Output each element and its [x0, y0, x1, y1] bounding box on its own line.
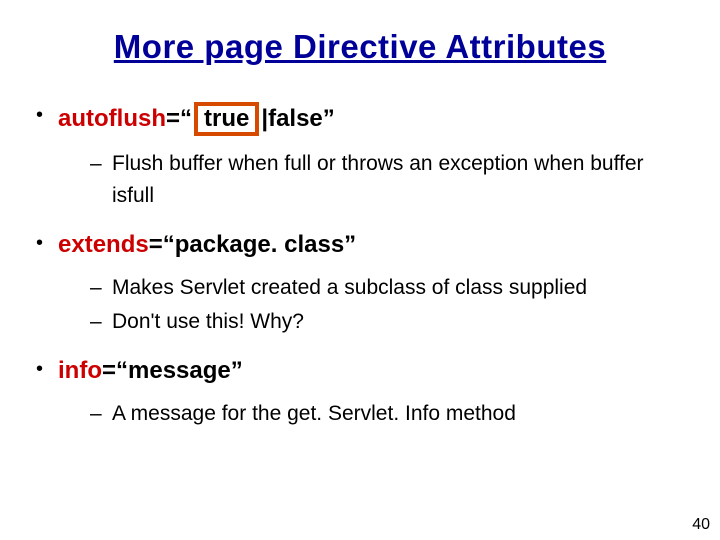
bullet-extends-line: extends=“package. class” — [58, 230, 690, 260]
extends-rest: =“package. class” — [149, 231, 356, 258]
extends-sublist: Makes Servlet created a subclass of clas… — [90, 272, 690, 338]
bullet-autoflush-line: autoflush=“true|false” — [58, 102, 690, 136]
autoflush-true-box: true — [194, 102, 259, 136]
autoflush-eq: =“ — [166, 105, 192, 132]
slide-title: More page Directive Attributes — [30, 28, 690, 66]
autoflush-sublist: Flush buffer when full or throws an exce… — [90, 148, 690, 212]
attr-autoflush: autoflush — [58, 105, 166, 132]
info-sublist: A message for the get. Servlet. Info met… — [90, 398, 690, 430]
page-number: 40 — [692, 516, 710, 534]
autoflush-rest: |false” — [261, 105, 334, 132]
bullet-info-line: info=“message” — [58, 356, 690, 386]
extends-sub-1: Makes Servlet created a subclass of clas… — [90, 272, 690, 304]
attr-extends: extends — [58, 231, 149, 258]
bullet-extends: extends=“package. class” Makes Servlet c… — [30, 230, 690, 338]
bullet-list: autoflush=“true|false” Flush buffer when… — [30, 102, 690, 430]
info-rest: =“message” — [102, 357, 243, 384]
bullet-autoflush: autoflush=“true|false” Flush buffer when… — [30, 102, 690, 212]
autoflush-sub-1: Flush buffer when full or throws an exce… — [90, 148, 690, 212]
slide: More page Directive Attributes autoflush… — [0, 0, 720, 540]
extends-sub-2: Don't use this! Why? — [90, 306, 690, 338]
info-sub-1: A message for the get. Servlet. Info met… — [90, 398, 690, 430]
bullet-info: info=“message” A message for the get. Se… — [30, 356, 690, 430]
attr-info: info — [58, 357, 102, 384]
